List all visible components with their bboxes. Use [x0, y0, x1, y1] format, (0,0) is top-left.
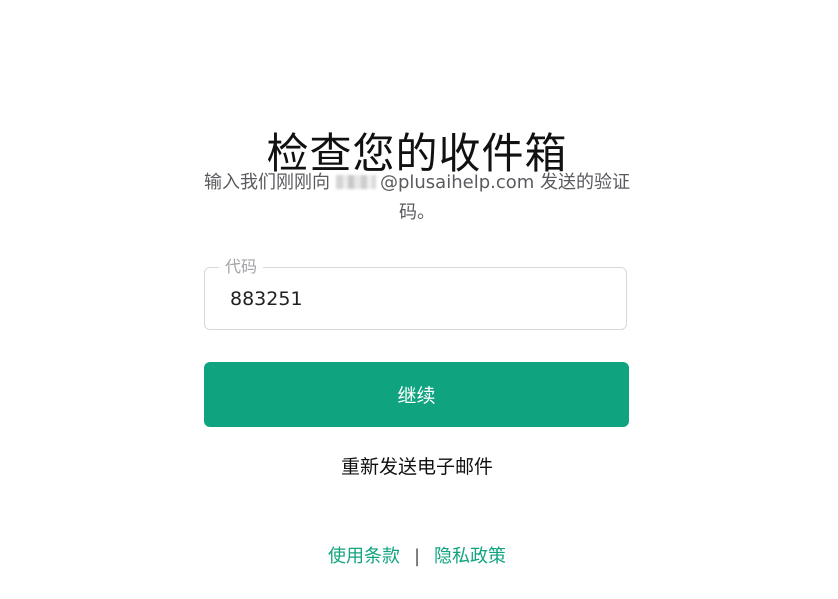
footer-links: 使用条款 | 隐私政策: [0, 543, 834, 571]
email-domain: @plusaihelp.com: [379, 172, 535, 193]
resend-email-link[interactable]: 重新发送电子邮件: [0, 453, 834, 481]
code-field-label: 代码: [219, 257, 264, 277]
continue-button[interactable]: 继续: [204, 362, 629, 427]
instruction-text: 输入我们刚刚向 @plusaihelp.com 发送的验证码。: [200, 168, 634, 228]
footer-divider: |: [413, 546, 421, 567]
privacy-policy-link[interactable]: 隐私政策: [434, 546, 506, 567]
terms-of-use-link[interactable]: 使用条款: [328, 546, 400, 567]
code-field[interactable]: 代码: [204, 257, 627, 330]
code-input[interactable]: [230, 284, 610, 314]
redacted-email-user: [335, 175, 376, 189]
instruction-prefix: 输入我们刚刚向: [203, 172, 330, 193]
